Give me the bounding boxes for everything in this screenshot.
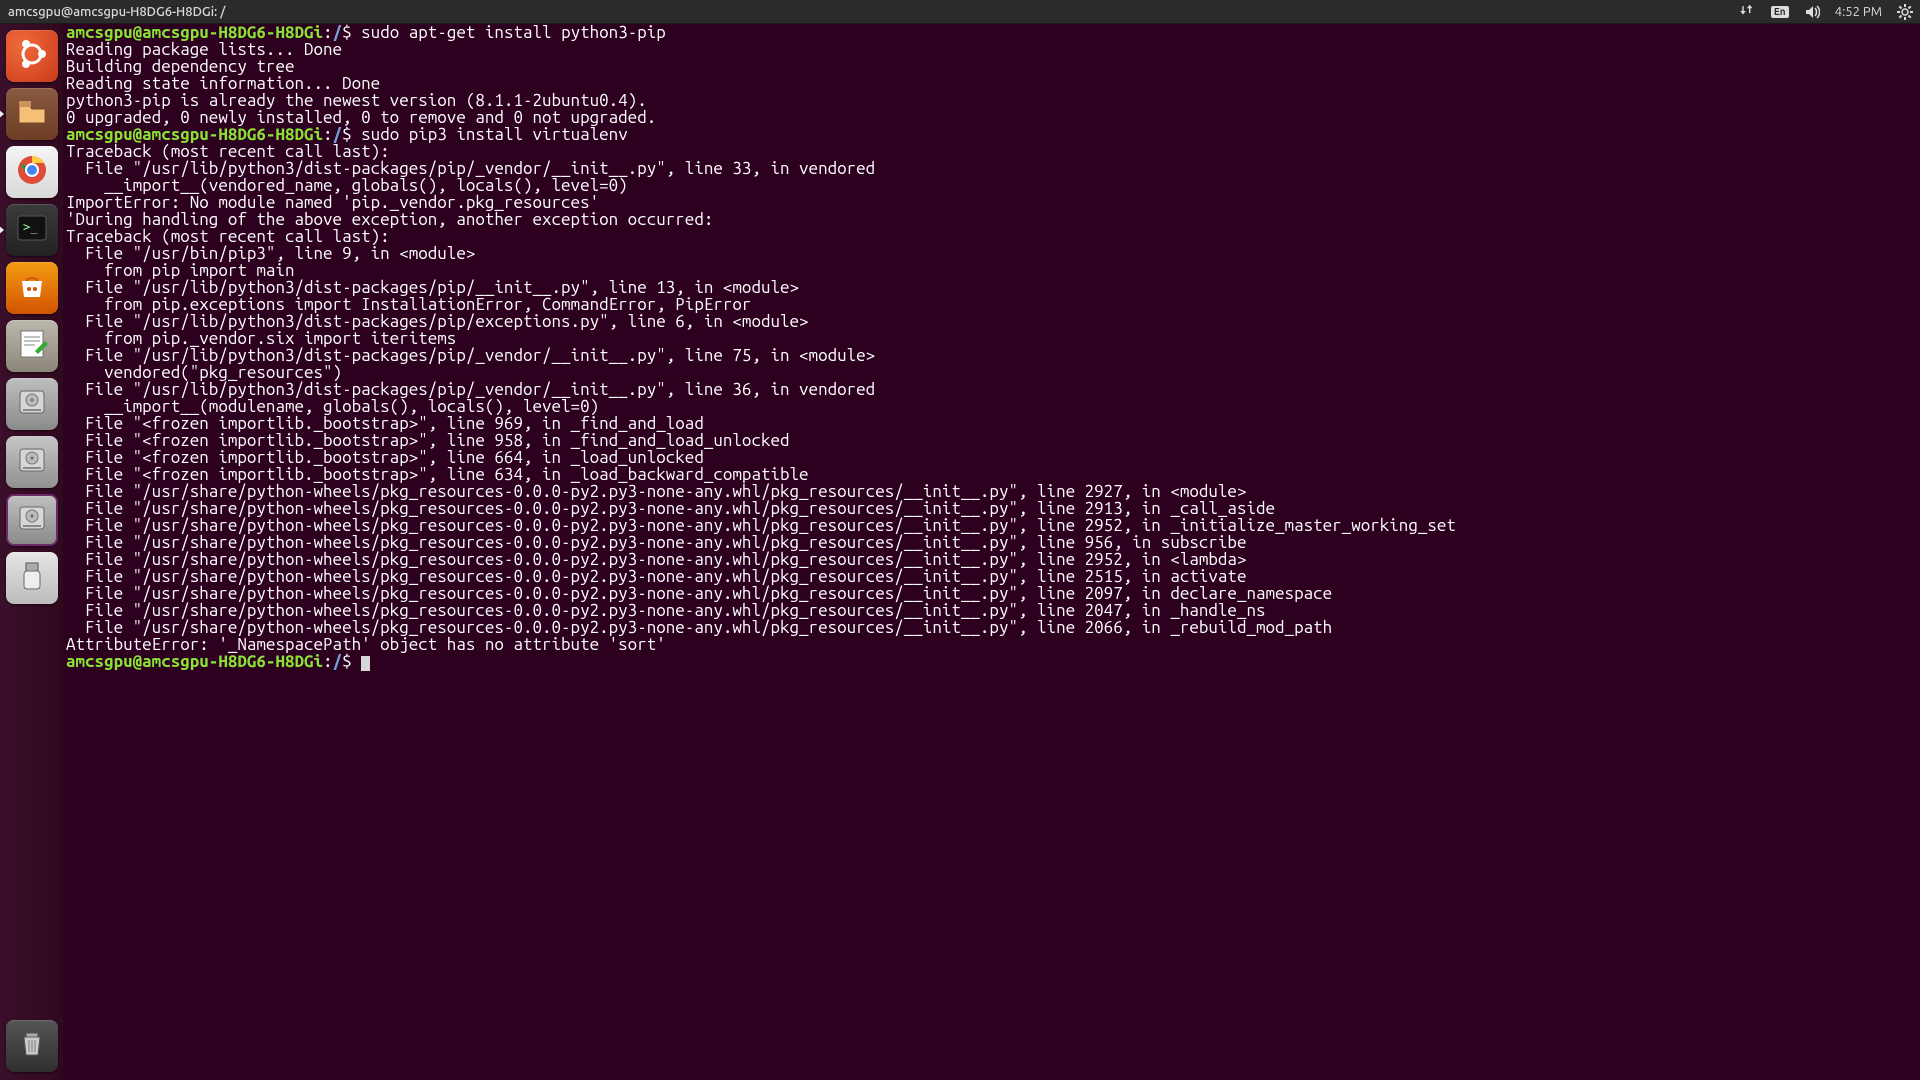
terminal-output-line: File "/usr/lib/python3/dist-packages/pip…	[66, 313, 1918, 330]
hdd-icon	[15, 501, 49, 539]
terminal-output-line: File "/usr/share/python-wheels/pkg_resou…	[66, 619, 1918, 636]
terminal-output-line: File "/usr/share/python-wheels/pkg_resou…	[66, 517, 1918, 534]
terminal-output-line: File "/usr/share/python-wheels/pkg_resou…	[66, 500, 1918, 517]
terminal-command: sudo pip3 install virtualenv	[361, 125, 628, 144]
network-updown-icon[interactable]	[1739, 3, 1757, 21]
terminal-prompt-line: amcsgpu@amcsgpu-H8DG6-H8DGi:/$ sudo pip3…	[66, 126, 1918, 143]
terminal-output-line: File "/usr/lib/python3/dist-packages/pip…	[66, 279, 1918, 296]
terminal-output-line: Building dependency tree	[66, 58, 1918, 75]
terminal-output-line: Reading state information... Done	[66, 75, 1918, 92]
terminal-output-line: AttributeError: '_NamespacePath' object …	[66, 636, 1918, 653]
terminal-icon: >_	[15, 211, 49, 249]
software-bag-icon	[15, 269, 49, 307]
text-editor-icon	[15, 327, 49, 365]
launcher-usb-drive[interactable]	[6, 552, 58, 604]
terminal-command: sudo apt-get install python3-pip	[361, 24, 666, 42]
terminal-output-line: File "<frozen importlib._bootstrap>", li…	[66, 432, 1918, 449]
svg-text:>_: >_	[23, 220, 38, 234]
launcher-disk-volume-2[interactable]	[6, 436, 58, 488]
launcher-ubuntu-software[interactable]	[6, 262, 58, 314]
terminal-output-line: ImportError: No module named 'pip._vendo…	[66, 194, 1918, 211]
terminal-output-line: File "<frozen importlib._bootstrap>", li…	[66, 415, 1918, 432]
terminal-prompt-line: amcsgpu@amcsgpu-H8DG6-H8DGi:/$	[66, 653, 1918, 671]
terminal-prompt-line: amcsgpu@amcsgpu-H8DG6-H8DGi:/$ sudo apt-…	[66, 24, 1918, 41]
launcher-files[interactable]	[6, 88, 58, 140]
terminal-output-line: File "/usr/bin/pip3", line 9, in <module…	[66, 245, 1918, 262]
window-title: amcsgpu@amcsgpu-H8DG6-H8DGi: /	[8, 5, 225, 19]
launcher-google-chrome[interactable]	[6, 146, 58, 198]
terminal-output-line: 0 upgraded, 0 newly installed, 0 to remo…	[66, 109, 1918, 126]
volume-icon[interactable]	[1803, 3, 1821, 21]
terminal-output-line: from pip._vendor.six import iteritems	[66, 330, 1918, 347]
terminal-cursor	[361, 656, 370, 671]
clock[interactable]: 4:52 PM	[1835, 5, 1882, 19]
launcher-terminal[interactable]: >_	[6, 204, 58, 256]
terminal-output-line: File "/usr/lib/python3/dist-packages/pip…	[66, 347, 1918, 364]
terminal-output-line: Reading package lists... Done	[66, 41, 1918, 58]
usb-drive-icon	[15, 559, 49, 597]
terminal-output-line: Traceback (most recent call last):	[66, 143, 1918, 160]
terminal-output-line: File "<frozen importlib._bootstrap>", li…	[66, 449, 1918, 466]
terminal-output-line: vendored("pkg_resources")	[66, 364, 1918, 381]
terminal-output-line: Traceback (most recent call last):	[66, 228, 1918, 245]
gear-icon[interactable]	[1896, 3, 1914, 21]
hdd-icon	[15, 385, 49, 423]
terminal-output-line: File "/usr/share/python-wheels/pkg_resou…	[66, 551, 1918, 568]
terminal-output-line: File "/usr/share/python-wheels/pkg_resou…	[66, 483, 1918, 500]
terminal-window[interactable]: amcsgpu@amcsgpu-H8DG6-H8DGi:/$ sudo apt-…	[64, 24, 1920, 1080]
terminal-output-line: from pip.exceptions import InstallationE…	[66, 296, 1918, 313]
ubuntu-dash-icon	[15, 37, 49, 75]
launcher-disk-volume-1[interactable]	[6, 378, 58, 430]
terminal-output-line: File "/usr/share/python-wheels/pkg_resou…	[66, 568, 1918, 585]
system-tray: En 4:52 PM	[1739, 3, 1914, 21]
launcher-disk-volume-3[interactable]	[6, 494, 58, 546]
terminal-output-line: __import__(modulename, globals(), locals…	[66, 398, 1918, 415]
terminal-output-line: File "/usr/lib/python3/dist-packages/pip…	[66, 381, 1918, 398]
launcher-dash[interactable]	[6, 30, 58, 82]
chrome-icon	[15, 153, 49, 191]
top-menubar: amcsgpu@amcsgpu-H8DG6-H8DGi: / En 4:52 P…	[0, 0, 1920, 24]
terminal-output-line: python3-pip is already the newest versio…	[66, 92, 1918, 109]
hdd-icon	[15, 443, 49, 481]
launcher-text-editor[interactable]	[6, 320, 58, 372]
terminal-output-line: File "<frozen importlib._bootstrap>", li…	[66, 466, 1918, 483]
terminal-output-line: File "/usr/share/python-wheels/pkg_resou…	[66, 534, 1918, 551]
unity-launcher: >_	[0, 24, 64, 1080]
terminal-output-line: File "/usr/lib/python3/dist-packages/pip…	[66, 160, 1918, 177]
terminal-output-line: File "/usr/share/python-wheels/pkg_resou…	[66, 585, 1918, 602]
launcher-trash[interactable]	[6, 1020, 58, 1072]
terminal-output-line: __import__(vendored_name, globals(), loc…	[66, 177, 1918, 194]
terminal-output-line: 'During handling of the above exception,…	[66, 211, 1918, 228]
language-indicator[interactable]: En	[1771, 3, 1789, 21]
terminal-output-line: from pip import main	[66, 262, 1918, 279]
terminal-output-line: File "/usr/share/python-wheels/pkg_resou…	[66, 602, 1918, 619]
workarea: >_ amcsgpu@amcsgpu-H8DG6-H8DGi:/$ sudo a…	[0, 24, 1920, 1080]
trash-icon	[15, 1027, 49, 1065]
folder-icon	[15, 95, 49, 133]
